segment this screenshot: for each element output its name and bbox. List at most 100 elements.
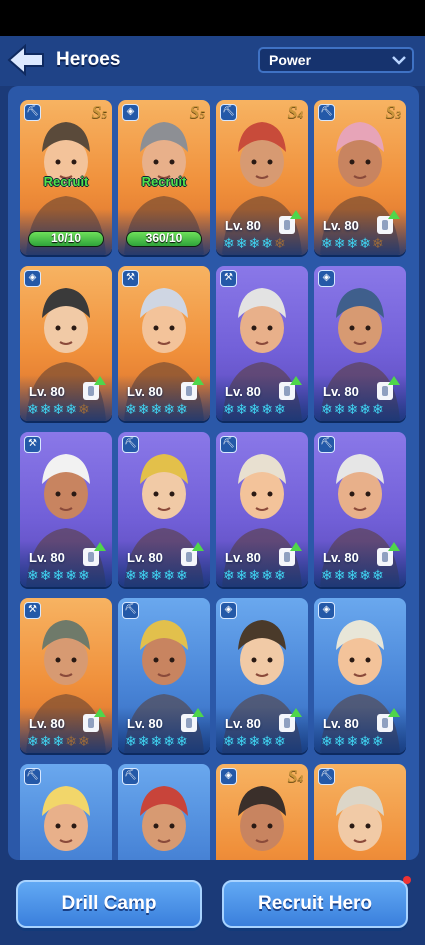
sort-selected-value: Power — [269, 52, 312, 68]
notification-dot — [403, 876, 411, 884]
star-filled-icon: ❄ — [39, 568, 52, 584]
upgrade-arrow-icon — [388, 708, 400, 717]
shield-icon: ◈ — [122, 104, 139, 121]
hero-card[interactable]: ⛏ Lv. 80 ❄ ❄ ❄ ❄ ❄ — [118, 598, 210, 753]
upgrade-arrow-icon — [94, 542, 106, 551]
hero-level: Lv. 80 — [29, 716, 65, 731]
hero-card[interactable]: ⚒ Lv. 80 ❄ ❄ ❄ ❄ ❄ — [118, 266, 210, 421]
axe-icon: ⚒ — [24, 436, 41, 453]
star-filled-icon: ❄ — [27, 568, 39, 584]
recruit-hero-button[interactable]: Recruit Hero — [222, 880, 408, 928]
star-filled-icon: ❄ — [333, 568, 346, 584]
star-filled-icon: ❄ — [150, 568, 163, 584]
star-filled-icon: ❄ — [125, 568, 137, 584]
upgrade-arrow-icon — [192, 376, 204, 385]
hero-card[interactable]: ⚒ Lv. 80 ❄ ❄ ❄ ❄ ❄ — [20, 598, 112, 753]
star-filled-icon: ❄ — [359, 402, 371, 418]
star-empty-icon: ❄ — [273, 236, 286, 252]
star-filled-icon: ❄ — [321, 402, 333, 418]
star-filled-icon: ❄ — [223, 402, 235, 418]
star-filled-icon: ❄ — [137, 734, 150, 750]
hero-card[interactable]: ◈ S5 Recruit 360/10 — [118, 100, 210, 255]
star-rating: ❄ ❄ ❄ ❄ ❄ — [27, 403, 90, 417]
upgrade-arrow-icon — [192, 708, 204, 717]
hero-card[interactable]: ⛏ Lv. 80 ❄ ❄ ❄ ❄ ❄ — [216, 432, 308, 587]
recruit-label: Recruit — [43, 174, 89, 189]
upgrade-arrow-icon — [388, 210, 400, 219]
star-rating: ❄ ❄ ❄ ❄ ❄ — [321, 569, 384, 583]
hero-card[interactable]: ⛏ Lv. 80 ❄ ❄ ❄ ❄ ❄ — [118, 432, 210, 587]
hero-level: Lv. 80 — [225, 218, 261, 233]
shield-icon: ◈ — [318, 602, 335, 619]
hero-grid: ⛏ S5 Recruit 10/10 ◈ S5 Recruit 360/10 ⛏ S4 Lv. 80… — [8, 86, 419, 860]
pickaxe-icon: ⛏ — [318, 104, 335, 121]
recruit-label: Recruit — [141, 174, 187, 189]
pickaxe-icon: ⛏ — [318, 436, 335, 453]
star-rating: ❄ ❄ ❄ ❄ ❄ — [223, 237, 286, 251]
star-filled-icon: ❄ — [333, 236, 346, 252]
pickaxe-icon: ⛏ — [220, 436, 237, 453]
star-filled-icon: ❄ — [65, 568, 77, 584]
hero-card[interactable]: ◈ Lv. 80 ❄ ❄ ❄ ❄ ❄ — [20, 266, 112, 421]
hero-card[interactable]: ◈ Lv. 80 ❄ ❄ ❄ ❄ ❄ — [216, 598, 308, 753]
upgrade-arrow-icon — [290, 542, 302, 551]
star-filled-icon: ❄ — [52, 734, 65, 750]
tier-badge: S4 — [287, 102, 303, 122]
upgrade-arrow-icon — [290, 708, 302, 717]
star-rating: ❄ ❄ ❄ ❄ ❄ — [223, 569, 286, 583]
axe-icon: ⚒ — [122, 270, 139, 287]
star-filled-icon: ❄ — [150, 402, 163, 418]
star-rating: ❄ ❄ ❄ ❄ ❄ — [125, 403, 188, 417]
hero-level: Lv. 80 — [225, 384, 261, 399]
star-filled-icon: ❄ — [261, 402, 273, 418]
sort-dropdown[interactable]: Power — [258, 47, 414, 73]
fragment-progress-bar: 10/10 — [28, 231, 104, 247]
tier-badge: S3 — [385, 102, 401, 122]
star-rating: ❄ ❄ ❄ ❄ ❄ — [321, 403, 384, 417]
hero-level: Lv. 80 — [225, 716, 261, 731]
upgrade-arrow-icon — [94, 708, 106, 717]
hero-card[interactable]: ⚒ Lv. 80 ❄ ❄ ❄ ❄ ❄ — [20, 432, 112, 587]
star-filled-icon: ❄ — [359, 568, 371, 584]
star-filled-icon: ❄ — [359, 236, 371, 252]
star-filled-icon: ❄ — [150, 734, 163, 750]
hero-card[interactable]: ⛏ — [314, 764, 406, 860]
star-rating: ❄ ❄ ❄ ❄ ❄ — [125, 735, 188, 749]
hero-card[interactable]: ⛏ S5 Recruit 10/10 — [20, 100, 112, 255]
hero-card[interactable]: ◈ Lv. 80 ❄ ❄ ❄ ❄ ❄ — [314, 598, 406, 753]
axe-icon: ⚒ — [24, 602, 41, 619]
star-empty-icon: ❄ — [65, 734, 77, 750]
star-rating: ❄ ❄ ❄ ❄ ❄ — [27, 569, 90, 583]
hero-card[interactable]: ◈ S4 — [216, 764, 308, 860]
hero-card[interactable]: ⛏ — [118, 764, 210, 860]
star-filled-icon: ❄ — [273, 734, 286, 750]
star-filled-icon: ❄ — [371, 734, 384, 750]
upgrade-arrow-icon — [388, 376, 400, 385]
hero-level: Lv. 80 — [29, 384, 65, 399]
hero-card[interactable]: ⛏ — [20, 764, 112, 860]
star-filled-icon: ❄ — [163, 402, 175, 418]
hero-level: Lv. 80 — [29, 550, 65, 565]
star-filled-icon: ❄ — [371, 568, 384, 584]
star-filled-icon: ❄ — [248, 734, 261, 750]
star-filled-icon: ❄ — [27, 402, 39, 418]
hero-level: Lv. 80 — [323, 550, 359, 565]
star-filled-icon: ❄ — [235, 402, 248, 418]
star-filled-icon: ❄ — [371, 402, 384, 418]
star-filled-icon: ❄ — [65, 402, 77, 418]
hero-card[interactable]: ◈ Lv. 80 ❄ ❄ ❄ ❄ ❄ — [314, 266, 406, 421]
star-rating: ❄ ❄ ❄ ❄ ❄ — [321, 735, 384, 749]
drill-camp-button[interactable]: Drill Camp — [16, 880, 202, 928]
status-bar — [0, 0, 425, 36]
hero-card[interactable]: ⛏ S4 Lv. 80 ❄ ❄ ❄ ❄ ❄ — [216, 100, 308, 255]
page-title: Heroes — [56, 49, 121, 70]
back-arrow-icon[interactable] — [6, 42, 46, 78]
star-filled-icon: ❄ — [163, 568, 175, 584]
star-filled-icon: ❄ — [346, 734, 359, 750]
upgrade-arrow-icon — [388, 542, 400, 551]
hero-card[interactable]: ⛏ S3 Lv. 80 ❄ ❄ ❄ ❄ ❄ — [314, 100, 406, 255]
hero-card[interactable]: ⛏ Lv. 80 ❄ ❄ ❄ ❄ ❄ — [314, 432, 406, 587]
pickaxe-icon: ⛏ — [24, 768, 41, 785]
hero-card[interactable]: ⚒ Lv. 80 ❄ ❄ ❄ ❄ ❄ — [216, 266, 308, 421]
upgrade-arrow-icon — [290, 376, 302, 385]
